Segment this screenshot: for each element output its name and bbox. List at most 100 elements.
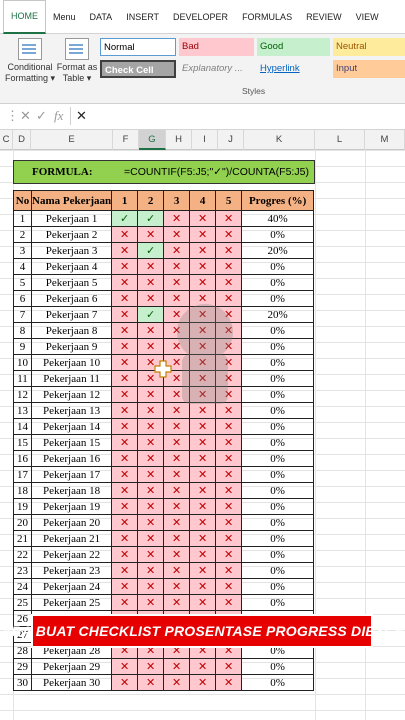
cross-mark-icon[interactable]: ✕	[111, 226, 139, 243]
row-number[interactable]: 30	[13, 674, 32, 691]
cross-mark-icon[interactable]: ✕	[189, 210, 217, 227]
column-header-k[interactable]: K	[244, 130, 315, 150]
progress-value[interactable]: 0%	[241, 338, 315, 355]
cross-mark-icon[interactable]: ✕	[215, 658, 243, 675]
task-name[interactable]: Pekerjaan 7	[30, 306, 113, 323]
row-number[interactable]: 18	[13, 482, 32, 499]
cross-mark-icon[interactable]: ✕	[215, 210, 243, 227]
cross-mark-icon[interactable]: ✕	[111, 514, 139, 531]
style-good[interactable]: Good	[257, 38, 330, 56]
cross-mark-icon[interactable]: ✕	[215, 274, 243, 291]
task-name[interactable]: Pekerjaan 30	[30, 674, 113, 691]
tab-review[interactable]: REVIEW	[299, 0, 349, 34]
row-number[interactable]: 25	[13, 594, 32, 611]
cross-mark-icon[interactable]: ✕	[137, 274, 165, 291]
cross-mark-icon[interactable]: ✕	[215, 594, 243, 611]
row-number[interactable]: 16	[13, 450, 32, 467]
cross-mark-icon[interactable]: ✕	[163, 658, 191, 675]
row-number[interactable]: 28	[13, 642, 32, 659]
cross-mark-icon[interactable]: ✕	[137, 466, 165, 483]
insert-function-icon[interactable]: fx	[54, 108, 63, 124]
cross-mark-icon[interactable]: ✕	[137, 258, 165, 275]
task-name[interactable]: Pekerjaan 5	[30, 274, 113, 291]
check-mark-icon[interactable]: ✓	[137, 242, 165, 259]
task-name[interactable]: Pekerjaan 4	[30, 258, 113, 275]
cross-mark-icon[interactable]: ✕	[189, 482, 217, 499]
cross-mark-icon[interactable]: ✕	[111, 290, 139, 307]
cross-mark-icon[interactable]: ✕	[163, 594, 191, 611]
progress-value[interactable]: 0%	[241, 658, 315, 675]
cross-mark-icon[interactable]: ✕	[215, 578, 243, 595]
cancel-icon[interactable]: ✕	[20, 108, 31, 124]
progress-value[interactable]: 0%	[241, 530, 315, 547]
progress-value[interactable]: 0%	[241, 466, 315, 483]
progress-value[interactable]: 20%	[241, 242, 315, 259]
cross-mark-icon[interactable]: ✕	[163, 242, 191, 259]
cross-mark-icon[interactable]: ✕	[163, 258, 191, 275]
cross-mark-icon[interactable]: ✕	[163, 674, 191, 691]
cross-mark-icon[interactable]: ✕	[111, 338, 139, 355]
task-name[interactable]: Pekerjaan 23	[30, 562, 113, 579]
cross-mark-icon[interactable]: ✕	[189, 258, 217, 275]
row-number[interactable]: 7	[13, 306, 32, 323]
column-header-h[interactable]: H	[166, 130, 192, 150]
row-number[interactable]: 1	[13, 210, 32, 227]
progress-value[interactable]: 0%	[241, 354, 315, 371]
row-number[interactable]: 12	[13, 386, 32, 403]
cross-mark-icon[interactable]: ✕	[189, 594, 217, 611]
cross-mark-icon[interactable]: ✕	[111, 306, 139, 323]
tab-menu[interactable]: Menu	[46, 0, 83, 34]
cross-mark-icon[interactable]: ✕	[137, 482, 165, 499]
style-normal[interactable]: Normal	[100, 38, 176, 56]
cross-mark-icon[interactable]: ✕	[189, 450, 217, 467]
cross-mark-icon[interactable]: ✕	[137, 578, 165, 595]
cross-mark-icon[interactable]: ✕	[163, 482, 191, 499]
row-number[interactable]: 10	[13, 354, 32, 371]
cross-mark-icon[interactable]: ✕	[137, 434, 165, 451]
check-mark-icon[interactable]: ✓	[137, 210, 165, 227]
progress-value[interactable]: 0%	[241, 546, 315, 563]
cross-mark-icon[interactable]: ✕	[111, 354, 139, 371]
row-number[interactable]: 5	[13, 274, 32, 291]
cross-mark-icon[interactable]: ✕	[215, 562, 243, 579]
progress-value[interactable]: 0%	[241, 226, 315, 243]
cross-mark-icon[interactable]: ✕	[163, 226, 191, 243]
row-number[interactable]: 22	[13, 546, 32, 563]
row-number[interactable]: 15	[13, 434, 32, 451]
progress-value[interactable]: 40%	[241, 210, 315, 227]
task-name[interactable]: Pekerjaan 17	[30, 466, 113, 483]
cross-mark-icon[interactable]: ✕	[137, 530, 165, 547]
cross-mark-icon[interactable]: ✕	[189, 546, 217, 563]
cross-mark-icon[interactable]: ✕	[111, 242, 139, 259]
cross-mark-icon[interactable]: ✕	[111, 434, 139, 451]
task-name[interactable]: Pekerjaan 6	[30, 290, 113, 307]
cross-mark-icon[interactable]: ✕	[137, 498, 165, 515]
cross-mark-icon[interactable]: ✕	[215, 498, 243, 515]
task-name[interactable]: Pekerjaan 14	[30, 418, 113, 435]
cross-mark-icon[interactable]: ✕	[163, 418, 191, 435]
cross-mark-icon[interactable]: ✕	[215, 482, 243, 499]
row-number[interactable]: 8	[13, 322, 32, 339]
progress-value[interactable]: 0%	[241, 562, 315, 579]
column-header-d[interactable]: D	[13, 130, 31, 150]
cross-mark-icon[interactable]: ✕	[163, 514, 191, 531]
cross-mark-icon[interactable]: ✕	[189, 434, 217, 451]
cross-mark-icon[interactable]: ✕	[215, 466, 243, 483]
row-number[interactable]: 4	[13, 258, 32, 275]
style-bad[interactable]: Bad	[179, 38, 254, 56]
task-name[interactable]: Pekerjaan 15	[30, 434, 113, 451]
task-name[interactable]: Pekerjaan 24	[30, 578, 113, 595]
cross-mark-icon[interactable]: ✕	[137, 514, 165, 531]
cross-mark-icon[interactable]: ✕	[111, 674, 139, 691]
progress-value[interactable]: 0%	[241, 274, 315, 291]
task-name[interactable]: Pekerjaan 16	[30, 450, 113, 467]
cross-mark-icon[interactable]: ✕	[215, 546, 243, 563]
row-number[interactable]: 11	[13, 370, 32, 387]
enter-icon[interactable]: ✓	[36, 108, 47, 124]
cross-mark-icon[interactable]: ✕	[189, 466, 217, 483]
cross-mark-icon[interactable]: ✕	[111, 370, 139, 387]
conditional-formatting-button[interactable]: Conditional Formatting ▾	[4, 38, 56, 84]
row-number[interactable]: 9	[13, 338, 32, 355]
progress-value[interactable]: 20%	[241, 306, 315, 323]
row-number[interactable]: 29	[13, 658, 32, 675]
